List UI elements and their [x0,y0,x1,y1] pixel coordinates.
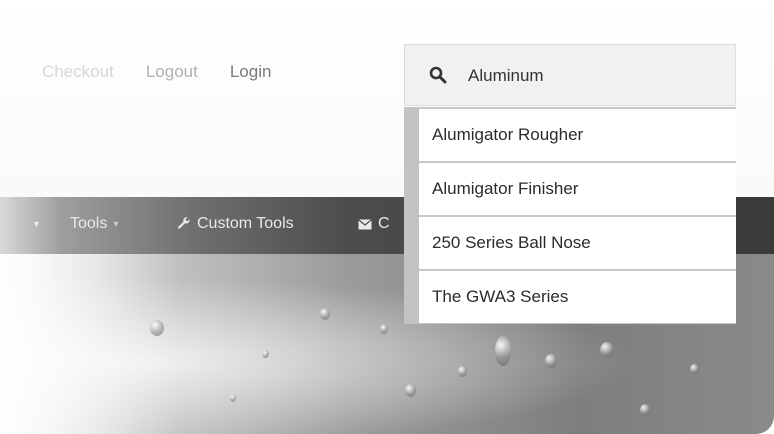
hero-fade [0,254,180,434]
search-suggestions: Alumigator Rougher Alumigator Finisher 2… [404,107,736,324]
water-drop [458,366,467,377]
water-drop [262,350,269,358]
water-drop [380,324,388,334]
logout-link[interactable]: Logout [146,62,198,82]
nav-contact-label: C [378,215,390,232]
nav-tools-label: Tools [70,215,108,232]
nav-custom-tools-label: Custom Tools [197,215,294,232]
water-drop [495,336,511,366]
top-links: Checkout Logout Login [42,62,271,82]
suggestion-item[interactable]: The GWA3 Series [419,271,736,323]
water-drop [690,364,699,374]
login-link[interactable]: Login [230,62,272,82]
wrench-icon [177,217,191,231]
page-card: Checkout Logout Login ▾ Tools ▾ Custom T… [0,0,774,434]
search-input[interactable]: Aluminum [404,44,736,106]
suggestion-item[interactable]: 250 Series Ball Nose [419,217,736,269]
water-drop [230,394,236,402]
nav-tools[interactable]: Tools ▾ [70,215,118,233]
caret-down-icon: ▾ [113,218,119,230]
nav-contact[interactable]: C [358,215,390,233]
suggestion-item[interactable]: Alumigator Finisher [419,163,736,215]
envelope-icon [358,218,372,230]
search-input-value: Aluminum [468,66,544,85]
water-drop [600,342,614,358]
suggestion-item[interactable]: Alumigator Rougher [419,109,736,161]
nav-custom-tools[interactable]: Custom Tools [177,215,294,233]
water-drop [545,354,557,368]
checkout-link[interactable]: Checkout [42,62,114,82]
water-drop [150,320,164,336]
search-icon [429,66,447,89]
water-drop [320,308,330,320]
suggestions-gutter [404,107,419,324]
water-drop [640,404,650,416]
water-drop [405,384,416,397]
caret-down-icon[interactable]: ▾ [34,219,39,230]
